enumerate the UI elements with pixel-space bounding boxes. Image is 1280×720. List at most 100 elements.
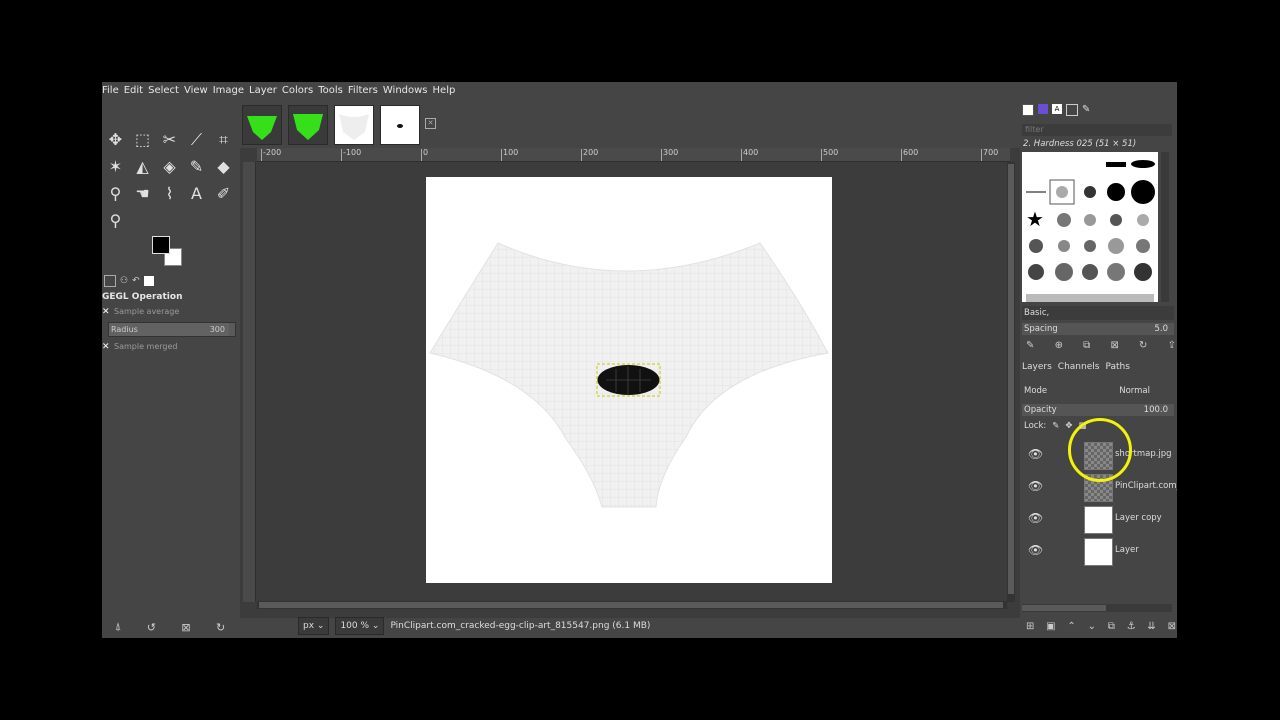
ruler-tick: [421, 149, 422, 161]
unified-transform-tool-icon[interactable]: ◭: [129, 153, 156, 180]
paintbrush-tool-icon[interactable]: ✎: [183, 153, 210, 180]
svg-text:★: ★: [1026, 207, 1044, 231]
crop-scissors-tool-icon[interactable]: ✂: [156, 126, 183, 153]
raise-layer-icon[interactable]: ⌃: [1067, 621, 1075, 632]
save-options-icon[interactable]: ⍋: [115, 620, 122, 634]
fg-bg-colors[interactable]: [152, 236, 186, 268]
image-canvas[interactable]: [426, 177, 832, 583]
clone-tool-icon[interactable]: ⚲: [102, 180, 129, 207]
images-tab-icon[interactable]: [143, 276, 154, 286]
brush-filter-input[interactable]: filter: [1022, 124, 1172, 136]
zoom-select[interactable]: 100 % ⌄: [335, 617, 385, 635]
visibility-eye-icon[interactable]: 👁: [1028, 447, 1043, 461]
unit-select[interactable]: px ⌄: [298, 617, 330, 635]
document-history-tab-icon[interactable]: [1066, 104, 1078, 116]
foreground-color-swatch[interactable]: [152, 236, 170, 254]
open-brush-as-image-icon[interactable]: ⇪: [1168, 340, 1176, 351]
eraser-tool-icon[interactable]: ◆: [210, 153, 237, 180]
bucket-fill-tool-icon[interactable]: ◈: [156, 153, 183, 180]
warp-tool-icon[interactable]: ✶: [102, 153, 129, 180]
tool-options-title: GEGL Operation: [102, 292, 183, 302]
ruler-label: 200: [583, 148, 599, 157]
image-tab-2[interactable]: [288, 105, 328, 145]
tab-channels[interactable]: Channels: [1058, 362, 1100, 372]
layer-thumbnail: [1084, 506, 1113, 534]
menu-colors[interactable]: Colors: [282, 85, 318, 96]
delete-options-icon[interactable]: ⊠: [181, 621, 190, 634]
brush-editor-tab-icon[interactable]: ✎: [1082, 104, 1090, 116]
toolbox: ✥ ⬚ ✂ ⟋ ⌗ ✶ ◭ ◈ ✎ ◆ ⚲ ☚ ⌇ A ✐ ⚲: [102, 126, 238, 234]
brush-set-select[interactable]: Basic,: [1022, 306, 1174, 320]
opacity-slider[interactable]: Opacity 100.0: [1022, 404, 1174, 416]
close-tab-icon[interactable]: ✕: [425, 118, 436, 129]
menu-windows[interactable]: Windows: [383, 85, 433, 96]
sample-average-checkbox[interactable]: ✕: [102, 308, 110, 317]
brushes-tab-icon[interactable]: [1022, 104, 1034, 116]
menu-image[interactable]: Image: [213, 85, 249, 96]
mode-select[interactable]: Normal: [1119, 386, 1150, 396]
spacing-slider[interactable]: Spacing 5.0: [1022, 323, 1174, 335]
duplicate-brush-icon[interactable]: ⧉: [1083, 340, 1090, 351]
menu-layer[interactable]: Layer: [249, 85, 282, 96]
tool-options-tab-icon[interactable]: [104, 275, 116, 287]
sample-merged-checkbox[interactable]: ✕: [102, 343, 110, 352]
ruler-tick: [821, 149, 822, 161]
anchor-layer-icon[interactable]: ⚓: [1127, 621, 1136, 632]
merge-layer-icon[interactable]: ⇊: [1147, 621, 1155, 632]
layer-row[interactable]: 👁 Layer: [1020, 536, 1177, 566]
brush-grid[interactable]: ★: [1022, 152, 1158, 302]
color-picker-tool-icon[interactable]: ✐: [210, 180, 237, 207]
fuzzy-select-tool-icon[interactable]: ⟋: [183, 126, 210, 153]
move-tool-icon[interactable]: ✥: [102, 126, 129, 153]
vertical-scrollbar[interactable]: [1007, 162, 1015, 602]
undo-history-tab-icon[interactable]: ↶: [132, 276, 140, 286]
brush-grid-scrollbar[interactable]: [1161, 152, 1169, 302]
edit-brush-icon[interactable]: ✎: [1026, 340, 1034, 351]
fonts-tab-icon[interactable]: A: [1052, 104, 1062, 114]
duplicate-layer-icon[interactable]: ⧉: [1108, 621, 1115, 632]
image-tab-1[interactable]: [242, 105, 282, 145]
reset-options-icon[interactable]: ↻: [216, 621, 225, 634]
mode-label: Mode: [1024, 386, 1048, 396]
crop-tool-icon[interactable]: ⌗: [210, 126, 237, 153]
rect-select-tool-icon[interactable]: ⬚: [129, 126, 156, 153]
menu-filters[interactable]: Filters: [348, 85, 383, 96]
lock-pixels-icon[interactable]: ✎: [1052, 421, 1059, 431]
menu-select[interactable]: Select: [148, 85, 184, 96]
menu-file[interactable]: File: [102, 85, 124, 96]
ruler-label: 100: [503, 148, 519, 157]
new-layer-group-icon[interactable]: ▣: [1046, 621, 1055, 632]
menu-edit[interactable]: Edit: [124, 85, 148, 96]
delete-brush-icon[interactable]: ⊠: [1110, 340, 1118, 351]
horizontal-scrollbar[interactable]: [257, 601, 1007, 609]
visibility-eye-icon[interactable]: 👁: [1028, 543, 1043, 557]
lower-layer-icon[interactable]: ⌄: [1088, 621, 1096, 632]
layer-row[interactable]: 👁 Layer copy: [1020, 504, 1177, 534]
tab-layers[interactable]: Layers: [1022, 362, 1052, 372]
ruler-label: 0: [423, 148, 429, 157]
visibility-eye-icon[interactable]: 👁: [1028, 511, 1043, 525]
text-tool-icon[interactable]: A: [183, 180, 210, 207]
restore-options-icon[interactable]: ↺: [147, 621, 156, 634]
menu-view[interactable]: View: [184, 85, 213, 96]
lock-position-icon[interactable]: ✥: [1065, 421, 1072, 431]
menu-tools[interactable]: Tools: [318, 85, 348, 96]
refresh-brushes-icon[interactable]: ↻: [1139, 340, 1147, 351]
status-filename: PinClipart.com_cracked-egg-clip-art_8155…: [390, 621, 651, 631]
paths-tool-icon[interactable]: ⌇: [156, 180, 183, 207]
menu-help[interactable]: Help: [433, 85, 461, 96]
tab-paths[interactable]: Paths: [1105, 362, 1129, 372]
new-layer-icon[interactable]: ⊞: [1026, 621, 1034, 632]
visibility-eye-icon[interactable]: 👁: [1028, 479, 1043, 493]
image-tab-4-active[interactable]: [380, 105, 420, 145]
layers-scrollbar[interactable]: [1022, 604, 1172, 612]
radius-slider[interactable]: Radius 300: [108, 322, 236, 337]
device-status-tab-icon[interactable]: ⚇: [120, 276, 128, 286]
smudge-tool-icon[interactable]: ☚: [129, 180, 156, 207]
patterns-tab-icon[interactable]: [1038, 104, 1048, 114]
zoom-tool-icon[interactable]: ⚲: [102, 207, 129, 234]
new-brush-icon[interactable]: ⊕: [1055, 340, 1063, 351]
ruler-tick: [901, 149, 902, 161]
image-tab-3[interactable]: [334, 105, 374, 145]
delete-layer-icon[interactable]: ⊠: [1168, 621, 1176, 632]
